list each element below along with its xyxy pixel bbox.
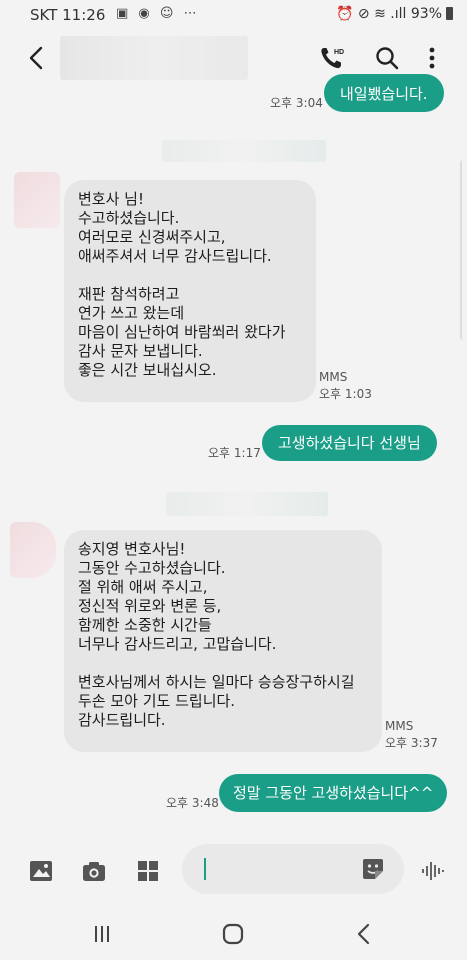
- contact-avatar[interactable]: [10, 522, 56, 578]
- contact-name-redacted[interactable]: [60, 36, 248, 80]
- notification-icons: ▣ ◉ ☺ ⋯: [116, 6, 200, 21]
- message-input[interactable]: [182, 844, 404, 894]
- scroll-edge: [460, 160, 467, 340]
- outgoing-message-bubble[interactable]: 고생하셨습니다 선생님: [262, 425, 437, 461]
- contact-avatar[interactable]: [14, 172, 60, 228]
- battery-icon: [446, 7, 453, 20]
- date-divider: [162, 140, 326, 162]
- system-icons: ⏰ ⊘ ≋ .ıll: [336, 6, 407, 22]
- message-type: MMS: [319, 370, 348, 384]
- more-vert-icon[interactable]: [418, 44, 446, 72]
- message-meta: MMS 오후 1:03: [319, 369, 372, 403]
- outgoing-message-bubble[interactable]: 내일뵀습니다.: [324, 74, 444, 112]
- recents-icon[interactable]: [88, 920, 116, 948]
- incoming-message-bubble[interactable]: 변호사 님! 수고하셨습니다. 여러모로 신경써주시고, 애써주셔서 너무 감사…: [64, 180, 316, 402]
- search-icon[interactable]: [373, 44, 401, 72]
- gallery-icon[interactable]: [28, 858, 54, 884]
- battery-percent: 93%: [410, 6, 442, 22]
- outgoing-message-bubble[interactable]: 정말 그동안 고생하셨습니다^^: [219, 774, 448, 812]
- incoming-message-bubble[interactable]: 송지영 변호사님! 그동안 수고하셨습니다. 절 위해 애써 주시고, 정신적 …: [64, 530, 382, 752]
- status-bar: SKT 11:26 ▣ ◉ ☺ ⋯ ⏰ ⊘ ≋ .ıll 93%: [0, 0, 467, 30]
- message-type: MMS: [385, 719, 414, 733]
- back-arrow-icon[interactable]: [24, 44, 50, 72]
- message-time: 오후 3:37: [385, 736, 438, 750]
- apps-grid-icon[interactable]: [135, 858, 161, 884]
- status-right: ⏰ ⊘ ≋ .ıll 93%: [336, 6, 453, 22]
- message-time: 오후 3:04: [270, 96, 323, 110]
- home-icon[interactable]: [219, 920, 247, 948]
- message-composer: [0, 842, 467, 898]
- message-time: 오후 1:03: [319, 387, 372, 401]
- message-meta: MMS 오후 3:37: [385, 718, 438, 752]
- svg-text:HD: HD: [334, 49, 344, 56]
- status-carrier-time: SKT 11:26: [30, 6, 106, 24]
- system-nav-bar: [0, 906, 467, 960]
- date-divider: [166, 492, 328, 516]
- hd-call-icon[interactable]: HD: [318, 44, 346, 72]
- message-time: 오후 1:17: [208, 446, 261, 460]
- back-nav-icon[interactable]: [350, 920, 378, 948]
- sticker-icon[interactable]: [360, 856, 386, 882]
- voice-icon[interactable]: [420, 858, 446, 884]
- message-time: 오후 3:48: [166, 796, 219, 810]
- text-caret: [204, 858, 206, 880]
- camera-icon[interactable]: [81, 858, 107, 884]
